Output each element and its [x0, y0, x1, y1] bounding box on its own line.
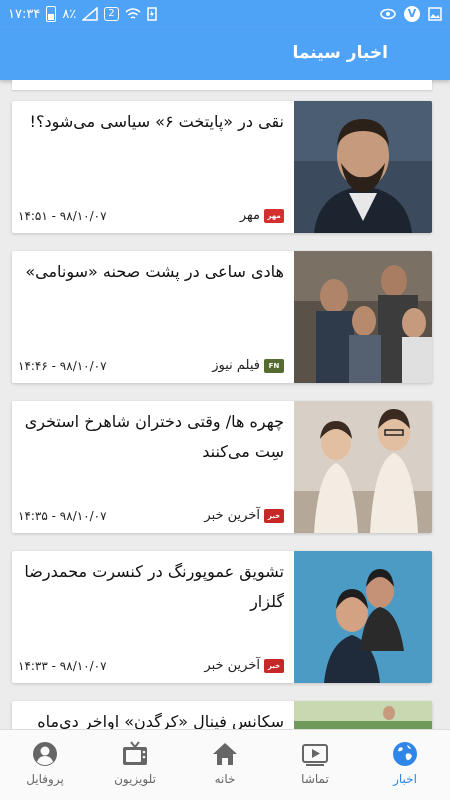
source-logo-icon: مهر	[264, 208, 284, 223]
source-name: مهر	[239, 208, 260, 223]
nav-label: اخبار	[393, 772, 417, 786]
globe-icon	[393, 742, 417, 766]
news-thumbnail	[294, 251, 432, 383]
battery-icon	[46, 6, 57, 22]
page-title: اخبار سینما	[292, 43, 388, 63]
news-thumbnail	[294, 101, 432, 233]
news-headline: سکانس فینال «کرگدن» اواخر دی‌ماه	[37, 712, 284, 730]
nav-label: خانه	[214, 772, 236, 786]
nav-label: پروفایل	[26, 772, 64, 786]
status-right: V	[380, 6, 442, 22]
play-icon	[302, 744, 328, 766]
nav-item-news[interactable]: اخبار	[360, 730, 450, 800]
nav-item-home[interactable]: خانه	[180, 730, 270, 800]
news-card[interactable]: تشویق عموپورنگ در کنسرت محمدرضا گلزار خب…	[12, 551, 432, 683]
news-list[interactable]: نقی در «پایتخت ۶» سیاسی می‌شود؟! مهر مهر…	[0, 80, 450, 730]
status-bar: ۱۷:۳۴ ۸٪ 2 V	[0, 0, 450, 30]
nav-item-watch[interactable]: تماشا	[270, 730, 360, 800]
battery-level: ۸٪	[62, 6, 77, 22]
status-left: ۱۷:۳۴ ۸٪ 2	[8, 6, 157, 22]
home-icon	[213, 743, 237, 765]
charging-icon	[146, 7, 157, 21]
news-card[interactable]: هادی ساعی در پشت صحنه «سونامی» FN فیلم ن…	[12, 251, 432, 383]
source-name: آخرین خبر	[204, 508, 260, 523]
nav-item-tv[interactable]: تلویزیون	[90, 730, 180, 800]
bottom-navigation: اخبار تماشا خانه تلویزیون پروفایل	[0, 729, 450, 800]
news-thumbnail	[294, 701, 432, 730]
news-thumbnail	[294, 401, 432, 533]
app-badge-icon: V	[404, 6, 420, 22]
news-headline: چهره ها/ وقتی دختران شاهرخ استخری سِت می…	[24, 412, 284, 461]
sim-icon: 2	[104, 7, 119, 21]
clock: ۱۷:۳۴	[8, 6, 41, 22]
eye-icon	[380, 8, 396, 20]
source-logo-icon: FN	[264, 358, 284, 373]
news-source: FN فیلم نیوز	[212, 358, 284, 373]
wifi-icon	[125, 8, 141, 19]
source-name: فیلم نیوز	[212, 358, 260, 373]
news-source: مهر مهر	[240, 208, 284, 223]
source-name: آخرین خبر	[204, 658, 260, 673]
profile-icon	[33, 742, 57, 766]
news-card[interactable]: چهره ها/ وقتی دختران شاهرخ استخری سِت می…	[12, 401, 432, 533]
gallery-icon	[428, 7, 442, 21]
partial-news-card[interactable]	[12, 80, 432, 90]
news-headline: هادی ساعی در پشت صحنه «سونامی»	[25, 262, 284, 281]
news-time: ۹۸/۱۰/۰۷ - ۱۴:۵۱	[18, 209, 107, 223]
source-logo-icon: خبر	[264, 658, 284, 673]
tv-icon	[123, 741, 147, 765]
news-time: ۹۸/۱۰/۰۷ - ۱۴:۳۳	[18, 659, 107, 673]
news-source: خبر آخرین خبر	[204, 508, 284, 523]
news-thumbnail	[294, 551, 432, 683]
signal-icon	[82, 7, 99, 21]
news-time: ۹۸/۱۰/۰۷ - ۱۴:۳۵	[18, 509, 107, 523]
nav-label: تلویزیون	[114, 772, 156, 786]
news-time: ۹۸/۱۰/۰۷ - ۱۴:۴۶	[18, 359, 107, 373]
news-source: خبر آخرین خبر	[204, 658, 284, 673]
nav-label: تماشا	[301, 772, 329, 786]
news-card[interactable]: سکانس فینال «کرگدن» اواخر دی‌ماه	[12, 701, 432, 730]
nav-item-profile[interactable]: پروفایل	[0, 730, 90, 800]
news-headline: تشویق عموپورنگ در کنسرت محمدرضا گلزار	[24, 562, 284, 611]
source-logo-icon: خبر	[264, 508, 284, 523]
news-card[interactable]: نقی در «پایتخت ۶» سیاسی می‌شود؟! مهر مهر…	[12, 101, 432, 233]
app-bar: اخبار سینما	[0, 30, 450, 80]
news-headline: نقی در «پایتخت ۶» سیاسی می‌شود؟!	[29, 112, 284, 131]
